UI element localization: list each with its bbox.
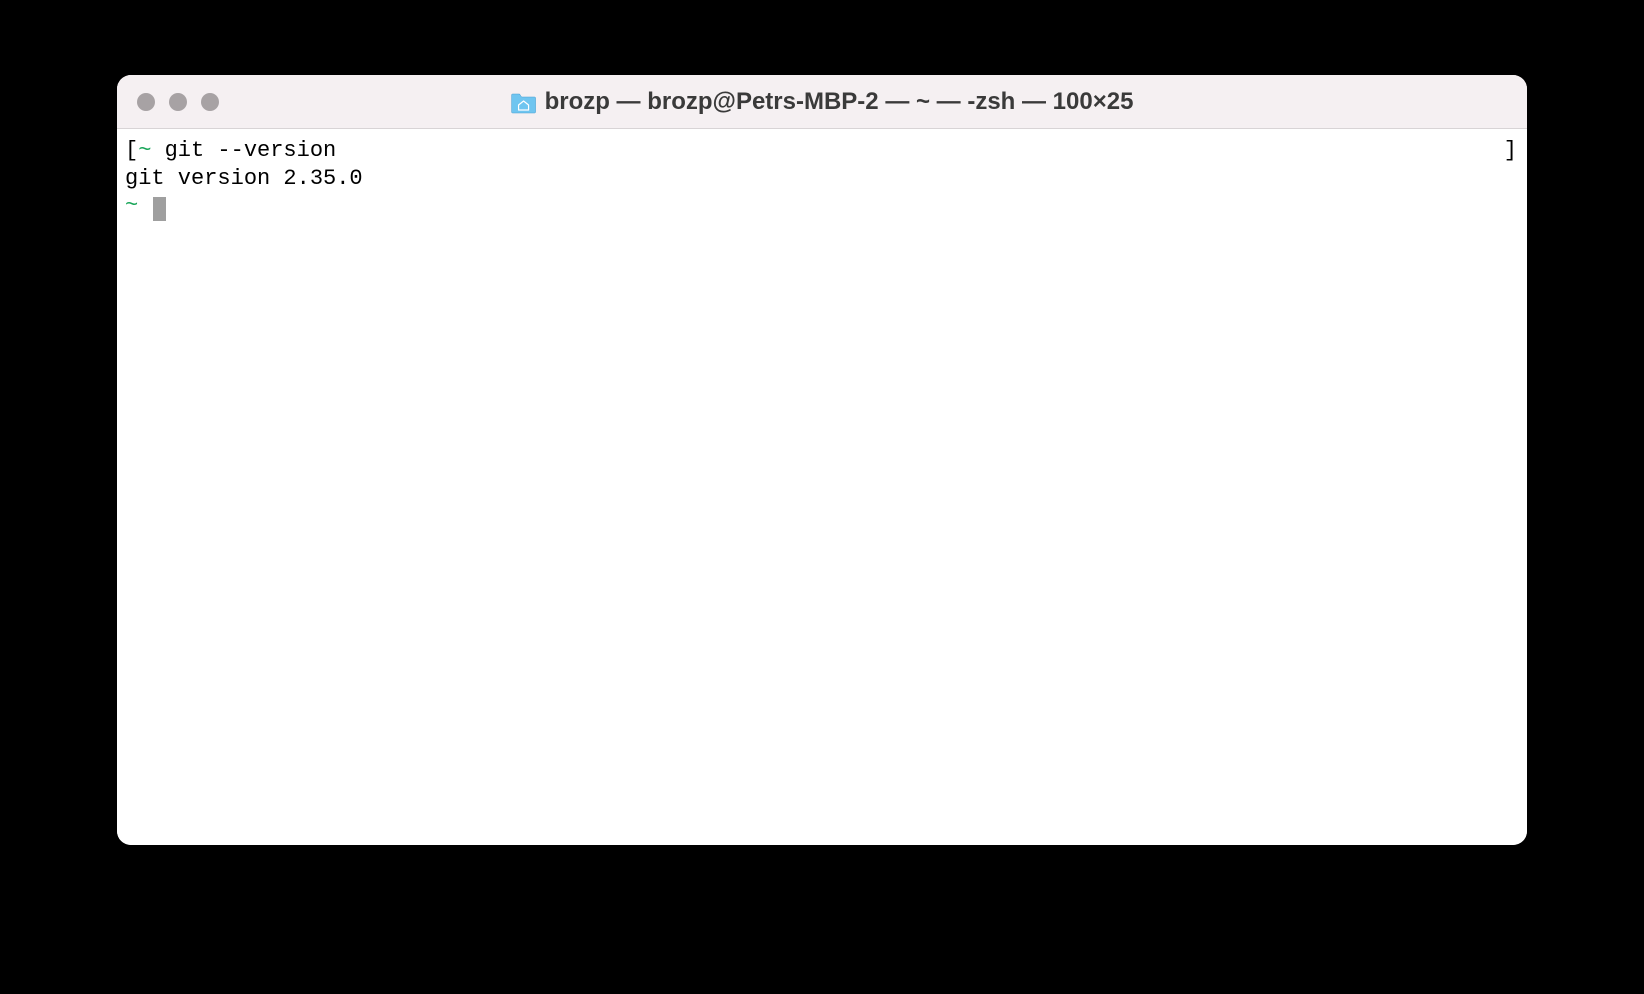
maximize-button[interactable]	[201, 93, 219, 111]
cursor	[153, 197, 166, 221]
window-title-text: brozp — brozp@Petrs-MBP-2 — ~ — -zsh — 1…	[545, 88, 1134, 116]
command-text: git --version	[151, 138, 336, 163]
prompt-tilde: ~	[138, 138, 151, 163]
close-bracket: ]	[1504, 137, 1517, 165]
open-bracket: [	[125, 138, 138, 163]
prompt-tilde-2: ~	[125, 193, 138, 218]
window-title: brozp — brozp@Petrs-MBP-2 — ~ — -zsh — 1…	[511, 88, 1134, 116]
traffic-lights	[117, 93, 219, 111]
terminal-line-2: git version 2.35.0	[125, 165, 1519, 193]
terminal-body[interactable]: [~ git --version ] git version 2.35.0 ~	[117, 129, 1527, 845]
minimize-button[interactable]	[169, 93, 187, 111]
terminal-line-1: [~ git --version	[125, 137, 1519, 165]
close-button[interactable]	[137, 93, 155, 111]
output-text: git version 2.35.0	[125, 166, 363, 191]
terminal-window: brozp — brozp@Petrs-MBP-2 — ~ — -zsh — 1…	[117, 75, 1527, 845]
titlebar: brozp — brozp@Petrs-MBP-2 — ~ — -zsh — 1…	[117, 75, 1527, 129]
home-folder-icon	[511, 92, 535, 112]
terminal-line-3: ~	[125, 192, 1519, 220]
